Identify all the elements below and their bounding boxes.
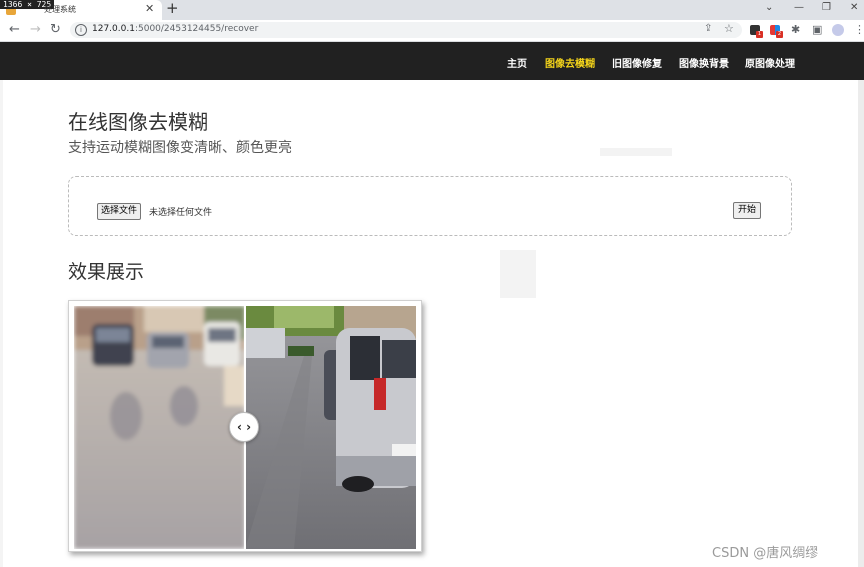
csdn-watermark: CSDN @唐风绸缪 xyxy=(712,546,819,561)
side-panel-icon[interactable]: ▣ xyxy=(812,24,822,36)
upload-panel: 选择文件 未选择任何文件 开始 xyxy=(68,176,792,236)
close-window-icon[interactable]: ✕ xyxy=(850,2,858,13)
extension-2-icon[interactable]: 2 xyxy=(770,25,783,38)
sharp-half xyxy=(245,306,416,549)
choose-file-button[interactable]: 选择文件 xyxy=(97,203,142,220)
nav-original[interactable]: 原图像处理 xyxy=(745,55,795,70)
page-subtitle: 支持运动模糊图像变清晰、颜色更亮 xyxy=(68,140,292,156)
nav-restore[interactable]: 旧图像修复 xyxy=(612,55,662,70)
browser-tab-strip: 1366 × 725 处理系统 ✕ + ⌄ — ❐ ✕ xyxy=(0,0,864,20)
scrollbar-track[interactable] xyxy=(858,80,864,567)
nav-background[interactable]: 图像换背景 xyxy=(679,55,729,70)
background-ghost xyxy=(500,250,536,298)
profile-avatar-icon[interactable] xyxy=(832,24,844,36)
close-tab-icon[interactable]: ✕ xyxy=(145,3,154,15)
blurred-half xyxy=(74,306,245,549)
site-navbar: 主页 图像去模糊 旧图像修复 图像换背景 原图像处理 xyxy=(0,42,864,80)
back-icon[interactable]: ← xyxy=(9,23,20,37)
background-ghost xyxy=(600,148,672,156)
address-bar[interactable]: i 127.0.0.1:5000/2453124455/recover ⇪ ☆ xyxy=(70,22,742,38)
site-info-icon[interactable]: i xyxy=(75,24,87,36)
nav-deblur[interactable]: 图像去模糊 xyxy=(545,55,595,70)
tab-search-icon[interactable]: ⌄ xyxy=(765,2,773,13)
new-tab-icon[interactable]: + xyxy=(166,1,179,16)
bookmark-star-icon[interactable]: ☆ xyxy=(724,22,734,35)
restore-icon[interactable]: ❐ xyxy=(822,2,831,13)
start-button[interactable]: 开始 xyxy=(733,202,762,219)
reload-icon[interactable]: ↻ xyxy=(50,23,61,37)
left-page-edge xyxy=(0,80,3,567)
forward-icon[interactable]: → xyxy=(30,23,41,37)
before-after-comparison[interactable]: ‹ › xyxy=(68,300,422,552)
result-section-title: 效果展示 xyxy=(68,261,145,283)
nav-home[interactable]: 主页 xyxy=(507,55,527,70)
extension-1-icon[interactable]: 1 xyxy=(750,25,763,38)
url-text[interactable]: 127.0.0.1:5000/2453124455/recover xyxy=(92,24,258,34)
browser-menu-icon[interactable]: ⋮ xyxy=(854,23,864,36)
page-title: 在线图像去模糊 xyxy=(68,110,208,134)
browser-toolbar: ← → ↻ i 127.0.0.1:5000/2453124455/recove… xyxy=(0,20,864,42)
minimize-icon[interactable]: — xyxy=(794,2,804,13)
share-icon[interactable]: ⇪ xyxy=(704,23,712,34)
compare-slider-handle-icon[interactable]: ‹ › xyxy=(229,412,259,442)
file-status-text: 未选择任何文件 xyxy=(149,208,213,218)
tab-title: 处理系统 xyxy=(44,5,76,14)
browser-tab[interactable]: 1366 × 725 处理系统 ✕ xyxy=(0,0,162,20)
extensions-puzzle-icon[interactable]: ✱ xyxy=(791,24,800,36)
